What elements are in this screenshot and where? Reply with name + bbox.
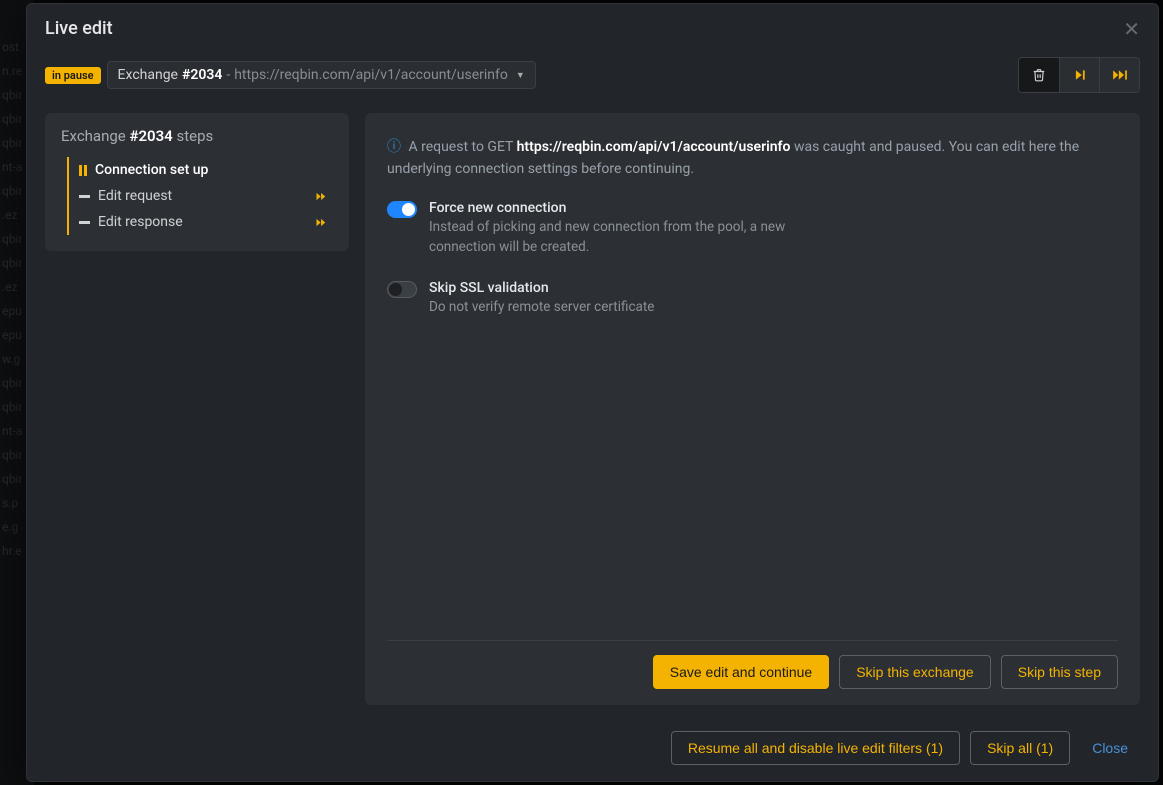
close-button[interactable]: Close	[1080, 731, 1140, 765]
modal-body: in pause Exchange #2034 - https://reqbin…	[27, 53, 1158, 717]
skip-ssl-toggle[interactable]	[387, 281, 417, 298]
exchange-dash: -	[226, 67, 230, 83]
step-edit-response[interactable]: Edit response	[69, 209, 333, 235]
skip-all-icon	[1112, 68, 1128, 82]
chevron-down-icon: ▼	[516, 70, 525, 81]
info-url: https://reqbin.com/api/v1/account/userin…	[517, 139, 791, 155]
skip-next-icon	[1073, 68, 1087, 82]
skip-all-footer-button[interactable]: Skip all (1)	[970, 731, 1070, 765]
option-skip-ssl-validation: Skip SSL validation Do not verify remote…	[387, 280, 1118, 318]
step-label: Edit response	[98, 214, 183, 230]
modal-footer: Resume all and disable live edit filters…	[27, 717, 1158, 781]
modal-title: Live edit	[45, 18, 113, 39]
save-edit-continue-button[interactable]: Save edit and continue	[653, 655, 829, 689]
option-force-new-connection: Force new connection Instead of picking …	[387, 200, 1118, 257]
exchange-toolbar: in pause Exchange #2034 - https://reqbin…	[45, 57, 1140, 93]
exchange-number: #2034	[182, 67, 222, 83]
option-title: Skip SSL validation	[429, 280, 654, 296]
option-desc: Instead of picking and new connection fr…	[429, 218, 789, 257]
step-connection-setup[interactable]: Connection set up	[69, 157, 333, 183]
dash-icon	[79, 221, 90, 224]
exchange-label: Exchange	[118, 67, 178, 83]
fast-forward-icon[interactable]	[315, 217, 329, 228]
trash-icon	[1032, 68, 1046, 82]
pause-icon	[79, 165, 87, 176]
force-new-connection-toggle[interactable]	[387, 201, 417, 218]
dash-icon	[79, 195, 90, 198]
delete-button[interactable]	[1019, 58, 1059, 92]
modal-header: Live edit ✕	[27, 4, 1158, 53]
step-label: Connection set up	[95, 162, 208, 178]
step-list: Connection set up Edit request	[67, 157, 333, 235]
step-edit-request[interactable]: Edit request	[69, 183, 333, 209]
steps-title: Exchange #2034 steps	[61, 127, 333, 145]
step-label: Edit request	[98, 188, 172, 204]
skip-this-step-button[interactable]: Skip this step	[1001, 655, 1118, 689]
toolbar-button-group	[1018, 57, 1140, 93]
pause-badge: in pause	[45, 67, 101, 84]
skip-this-exchange-button[interactable]: Skip this exchange	[839, 655, 991, 689]
skip-next-button[interactable]	[1059, 58, 1099, 92]
exchange-dropdown[interactable]: Exchange #2034 - https://reqbin.com/api/…	[107, 61, 536, 89]
live-edit-modal: Live edit ✕ in pause Exchange #2034 - ht…	[26, 3, 1159, 782]
resume-all-button[interactable]: Resume all and disable live edit filters…	[671, 731, 960, 765]
panel-footer: Save edit and continue Skip this exchang…	[387, 640, 1118, 689]
option-desc: Do not verify remote server certificate	[429, 298, 654, 318]
info-icon: ⓘ	[387, 139, 401, 155]
option-title: Force new connection	[429, 200, 789, 216]
close-icon[interactable]: ✕	[1123, 19, 1140, 39]
skip-all-button[interactable]	[1099, 58, 1139, 92]
info-message: ⓘ A request to GET https://reqbin.com/ap…	[387, 137, 1118, 180]
steps-panel: Exchange #2034 steps Connection set up	[45, 113, 349, 251]
fast-forward-icon[interactable]	[315, 191, 329, 202]
exchange-url: https://reqbin.com/api/v1/account/userin…	[234, 67, 508, 83]
settings-panel: ⓘ A request to GET https://reqbin.com/ap…	[365, 113, 1140, 705]
